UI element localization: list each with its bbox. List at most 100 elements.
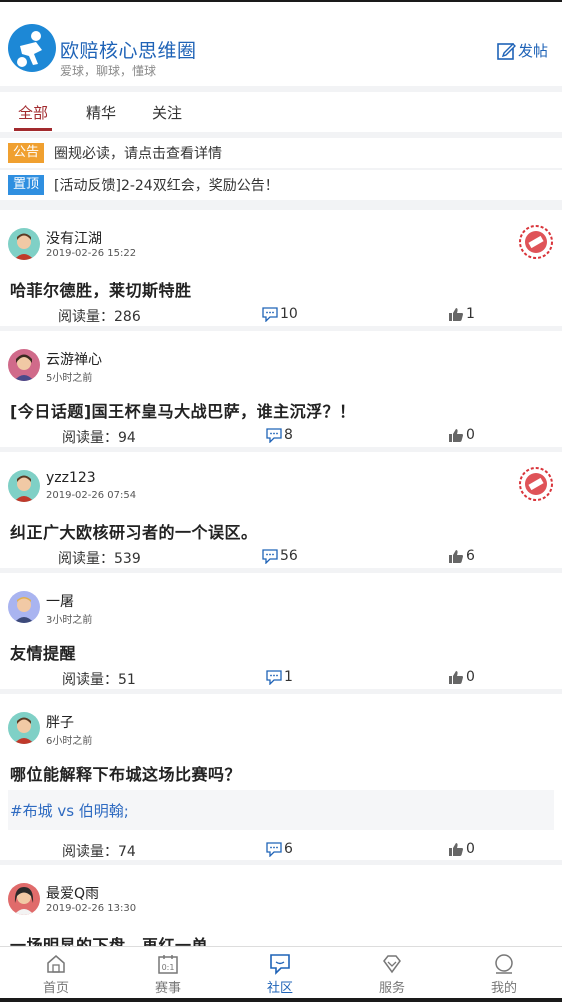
nav-home[interactable]: 首页 [26,953,86,996]
thumbs-up-icon [449,670,463,684]
thumbs-up-icon [449,428,463,442]
nav-services-label: 服务 [378,981,405,996]
post-time: 5小时之前 [46,373,93,384]
post-time: 2019-02-26 07:54 [46,490,137,501]
post-title[interactable]: 哈菲尔德胜，莱切斯特胜 [10,277,192,301]
profile-icon [495,954,513,974]
tab-all[interactable]: 全部 [18,102,48,123]
app-subtitle: 爱球，聊球，懂球 [60,64,157,78]
post-author[interactable]: 没有江湖 [46,228,102,248]
nav-profile[interactable]: 我的 [474,953,534,996]
comment-button[interactable]: 1 [266,669,293,685]
post-stats: 阅读量：286 10 1 [0,306,562,326]
comment-icon [262,548,278,564]
notice-tag: 公告 [8,143,45,163]
post-author[interactable]: yzz123 [46,470,96,486]
nav-community[interactable]: 社区 [250,953,310,996]
hot-stamp-icon [519,225,553,259]
nav-home-label: 首页 [42,981,69,996]
app-logo [8,24,56,72]
post-button[interactable]: 发帖 [496,40,548,61]
comment-count: 1 [284,669,293,685]
comment-count: 10 [280,306,298,322]
nav-profile-label: 我的 [490,981,517,996]
post-author[interactable]: 胖子 [46,712,74,732]
post-stats: 阅读量：74 6 0 [0,841,562,861]
like-count: 1 [466,306,475,322]
tab-featured[interactable]: 精华 [86,102,116,123]
post-author[interactable]: 云游禅心 [46,349,102,369]
like-count: 0 [466,841,475,857]
like-button[interactable]: 1 [448,306,475,322]
post-card[interactable]: 云游禅心 5小时之前 [今日话题]国王杯皇马大战巴萨，谁主沉浮？！ 阅读量：94… [0,331,562,447]
comment-button[interactable]: 6 [266,841,293,857]
comment-count: 8 [284,427,293,443]
avatar[interactable] [8,228,40,260]
system-bar [0,998,562,1002]
thumbs-up-icon [449,307,463,321]
post-time: 2019-02-26 13:30 [46,903,137,914]
post-stats: 阅读量：51 1 0 [0,669,562,689]
like-button[interactable]: 0 [448,841,475,857]
post-title[interactable]: 纠正广大欧核研习者的一个误区。 [10,519,258,543]
like-count: 0 [466,427,475,443]
post-button-label: 发帖 [517,42,548,60]
avatar[interactable] [8,712,40,744]
post-time: 6小时之前 [46,736,93,747]
thumbs-up-icon [449,842,463,856]
avatar[interactable] [8,470,40,502]
post-stats: 阅读量：539 56 6 [0,548,562,568]
home-icon [47,955,65,973]
diamond-icon [383,955,401,974]
post-card[interactable]: 最爱Q雨 2019-02-26 13:30 一场明显的下盘，再红一单 [0,865,562,955]
like-count: 0 [466,669,475,685]
avatar[interactable] [8,883,40,915]
post-title[interactable]: 哪位能解释下布城这场比赛吗？ [10,761,241,785]
avatar[interactable] [8,349,40,381]
like-button[interactable]: 0 [448,427,475,443]
comment-count: 56 [280,548,298,564]
nav-services[interactable]: 服务 [362,953,422,996]
post-author[interactable]: 一屠 [46,591,74,611]
comment-icon [262,306,278,322]
comment-count: 6 [284,841,293,857]
nav-matches-label: 赛事 [154,981,181,996]
notice-text: 圈规必读，请点击查看详情 [54,146,223,162]
avatar[interactable] [8,591,40,623]
read-count: 阅读量：286 [58,309,141,325]
comment-icon [266,841,282,857]
post-card[interactable]: 胖子 6小时之前 哪位能解释下布城这场比赛吗？ #布城 vs 伯明翰; 阅读量：… [0,694,562,860]
comment-button[interactable]: 8 [266,427,293,443]
nav-community-label: 社区 [266,981,293,996]
post-time: 3小时之前 [46,615,93,626]
filter-tabs: 全部 精华 关注 [0,92,562,132]
comment-button[interactable]: 10 [262,306,298,322]
chat-icon [270,954,290,975]
post-author[interactable]: 最爱Q雨 [46,883,99,903]
comment-icon [266,427,282,443]
hashtag-box[interactable]: #布城 vs 伯明翰; [8,790,554,830]
notice-pinned[interactable]: 置顶 [活动反馈]2-24双红会，奖励公告！ [0,170,562,200]
post-card[interactable]: 没有江湖 2019-02-26 15:22 哈菲尔德胜，莱切斯特胜 阅读量：28… [0,210,562,326]
like-count: 6 [466,548,475,564]
post-title[interactable]: 友情提醒 [10,640,76,664]
like-button[interactable]: 6 [448,548,475,564]
tab-active-indicator [14,128,52,131]
comment-button[interactable]: 56 [262,548,298,564]
scoreboard-icon: 0:1 [158,955,178,974]
header: 欧赔核心思维圈 爱球，聊球，懂球 发帖 [0,2,562,86]
post-title[interactable]: [今日话题]国王杯皇马大战巴萨，谁主沉浮？！ [10,398,356,422]
nav-matches[interactable]: 0:1 赛事 [138,953,198,996]
read-count: 阅读量：74 [62,844,136,860]
edit-icon [497,42,516,60]
post-card[interactable]: yzz123 2019-02-26 07:54 纠正广大欧核研习者的一个误区。 … [0,452,562,568]
tab-following[interactable]: 关注 [152,102,182,123]
post-card[interactable]: 一屠 3小时之前 友情提醒 阅读量：51 1 0 [0,573,562,689]
notice-tag: 置顶 [8,175,45,195]
post-stats: 阅读量：94 8 0 [0,427,562,447]
app-title: 欧赔核心思维圈 [60,40,197,62]
hashtag-link[interactable]: #布城 vs 伯明翰; [10,800,129,821]
like-button[interactable]: 0 [448,669,475,685]
thumbs-up-icon [449,549,463,563]
notice-announcement[interactable]: 公告 圈规必读，请点击查看详情 [0,138,562,168]
